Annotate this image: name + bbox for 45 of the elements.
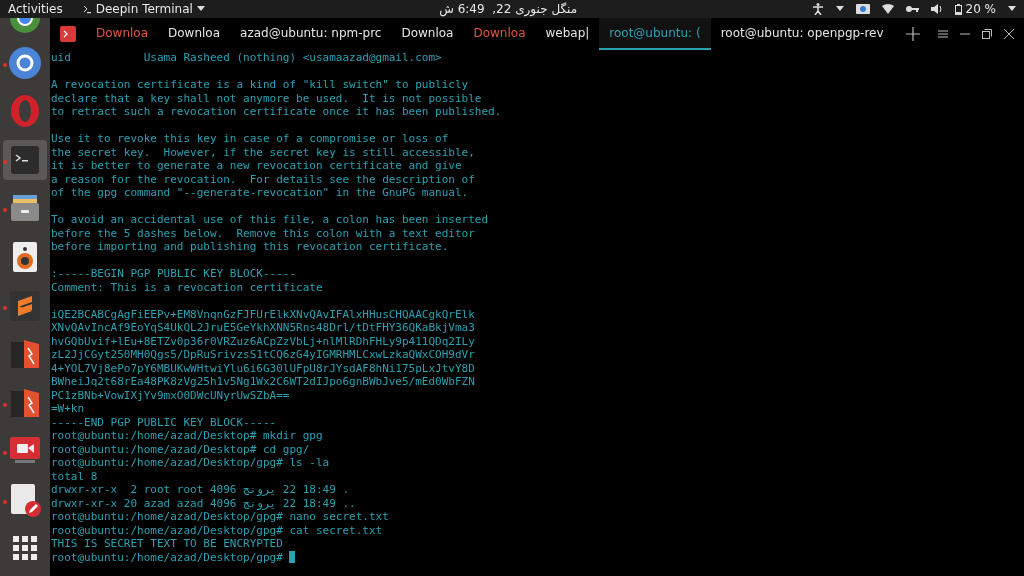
app-menu[interactable]: Deepin Terminal — [82, 0, 205, 18]
terminal-line: A revocation certificate is a kind of "kill switch" to publicly — [51, 78, 469, 92]
activities-button[interactable]: Activities — [8, 0, 63, 18]
battery-level[interactable]: 20 % — [954, 0, 996, 18]
tab[interactable]: Downloa — [391, 18, 464, 50]
terminal-line: root@ubuntu:/home/azad/Desktop/gpg# nano secret.txt — [51, 510, 389, 524]
terminal-line: -----END PGP PUBLIC KEY BLOCK----- — [51, 415, 277, 429]
terminal-line: declare that a key shall not anymore be used. It is not possible — [51, 91, 482, 105]
clock[interactable]: منگل جنوری 22, 6:49 ش — [439, 0, 578, 18]
terminal-line: Use it to revoke this key in case of a compromise or loss of — [51, 132, 449, 146]
terminal-line: To avoid an accidental use of this file, a colon has been inserted — [51, 213, 489, 227]
terminal-line: Comment: This is a revocation certificate — [51, 280, 323, 294]
terminal-line: uid Usama Rasheed (nothing) <usamaazad@gmail.com> — [51, 51, 442, 65]
terminal-line: =W+kn — [51, 402, 85, 416]
terminal-line: THIS IS SECRET TEXT TO BE ENCRYPTED — [51, 537, 283, 551]
terminal-line: the secret key. However, if the secret key is still accessible, — [51, 145, 475, 159]
tab[interactable]: root@ubuntu: openpgp-rev — [710, 18, 894, 50]
terminal-line: drwxr-xr-x 2 root root 4096 جنوری 22 18:49 . — [51, 483, 349, 497]
terminal-line: 4+YOL7Vj8ePo7pY6MBUKwWHtwiYlu6i6G30lUFpU8rJYsdAF8hNi175pLxJtvY8D — [51, 361, 475, 375]
terminal-line: XNvQAvIncAf9EoYqS4UkQL2JruE5GeYkhXNN5Rns48Drl/tDtFHY36QKaBkjVma3 — [51, 321, 475, 335]
tab[interactable]: root@ubuntu: ( — [599, 18, 711, 50]
tab[interactable]: Downloa — [463, 18, 536, 50]
tab[interactable]: Downloa — [86, 18, 159, 50]
terminal-line: a reason for the revocation. For details see the description of — [51, 172, 475, 186]
terminal-line: PC1zBNb+VowIXjYv9mxO0DWcUNyrUwSZbA== — [51, 388, 290, 402]
terminal-line: :-----BEGIN PGP PUBLIC KEY BLOCK----- — [51, 267, 297, 281]
terminal-line: iQE2BCABCgAgFiEEPv+EM8VnqnGzFJFUrElkXNvQAvIFAlxHHusCHQAACgkQrElk — [51, 307, 475, 321]
terminal-line: it is better to generate a new revocation certificate and give — [51, 159, 462, 173]
terminal-line: root@ubuntu:/home/azad/Desktop/gpg# cat secret.txt — [51, 523, 383, 537]
terminal-line: total 8 — [51, 469, 98, 483]
terminal-line: BWheiJq2t68rEa48PK8zVg25h1v5Ng1Wx2C6WT2dIJpo6gnBWbJve5/mEd0WbFZN — [51, 375, 475, 389]
tab[interactable]: azad@ubuntu: npm-prc — [230, 18, 392, 50]
terminal-prompt: root@ubuntu:/home/azad/Desktop/gpg# — [51, 550, 284, 564]
tab[interactable]: webap| — [535, 18, 600, 50]
terminal-line: to retract such a revocation certificate once it has been published. — [51, 105, 502, 119]
tab[interactable]: Downloa — [158, 18, 231, 50]
terminal-line: hvGQbUvif+lEu+8ETZv0p36r0VRZuz6ACpZzVbLj+nlMlRDhFHLy9p411QDq2ILy — [51, 334, 475, 348]
terminal-line: of the gpg command "--generate-revocation" in the GnuPG manual. — [51, 186, 469, 200]
terminal-line: root@ubuntu:/home/azad/Desktop# cd gpg/ — [51, 442, 310, 456]
terminal-line: root@ubuntu:/home/azad/Desktop/gpg# ls -la — [51, 456, 330, 470]
terminal-line: root@ubuntu:/home/azad/Desktop# mkdir gpg — [51, 429, 323, 443]
terminal-line: before the 5 dashes below. Remove this colon with a text editor — [51, 226, 475, 240]
terminal-line: drwxr-xr-x 20 azad azad 4096 جنوری 22 18:49 .. — [51, 496, 356, 510]
terminal-line: zL2JjCGyt250MH0Qgs5/DpRuSrivzsS1tCQ6zG4yIGMRHMLCxwLzkaQWxCOH9dVr — [51, 348, 475, 362]
terminal-line: before importing and publishing this revocation certificate. — [51, 240, 449, 254]
